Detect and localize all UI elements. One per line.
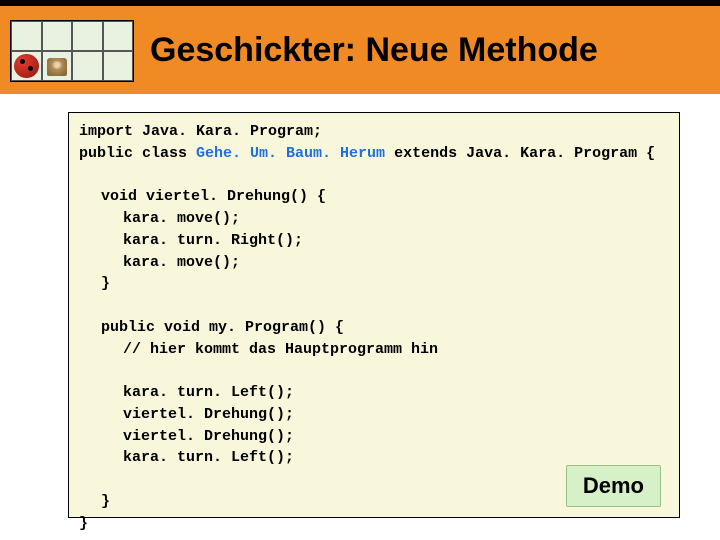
kara-grid — [10, 20, 134, 82]
code-line: public class Gehe. Um. Baum. Herum exten… — [79, 143, 669, 165]
grid-cell — [103, 21, 134, 51]
code-line: viertel. Drehung(); — [123, 426, 669, 448]
code-line: public void my. Program() { — [101, 317, 669, 339]
code-line: void viertel. Drehung() { — [101, 186, 669, 208]
slide-title: Geschickter: Neue Methode — [150, 31, 598, 70]
code-line: kara. move(); — [123, 252, 669, 274]
code-comment: // hier kommt das Hauptprogramm hin — [123, 339, 669, 361]
blank-line — [79, 360, 669, 382]
blank-line — [79, 295, 669, 317]
ladybug-icon — [14, 54, 39, 78]
code-line: kara. turn. Right(); — [123, 230, 669, 252]
grid-cell — [72, 21, 103, 51]
keyword: public void — [101, 319, 200, 336]
grid-cell — [72, 51, 103, 81]
code-line: viertel. Drehung(); — [123, 404, 669, 426]
code-line: kara. move(); — [123, 208, 669, 230]
code-text: my. Program() { — [200, 319, 344, 336]
code-text: Java. Kara. Program { — [457, 145, 655, 162]
grid-cell — [42, 21, 73, 51]
keyword: extends — [385, 145, 457, 162]
grid-cell — [103, 51, 134, 81]
grid-cell — [42, 51, 73, 81]
code-text: Java. Kara. Program; — [133, 123, 322, 140]
code-line: } — [101, 273, 669, 295]
grid-cell — [11, 21, 42, 51]
keyword: public class — [79, 145, 196, 162]
code-text: viertel. Drehung() { — [137, 188, 326, 205]
blank-line — [79, 165, 669, 187]
code-line: } — [79, 513, 669, 535]
slide-header: Geschickter: Neue Methode — [0, 0, 720, 94]
class-name: Gehe. Um. Baum. Herum — [196, 145, 385, 162]
demo-button[interactable]: Demo — [566, 465, 661, 507]
code-line: import Java. Kara. Program; — [79, 121, 669, 143]
code-line: kara. turn. Left(); — [123, 382, 669, 404]
code-block: import Java. Kara. Program; public class… — [68, 112, 680, 518]
grid-cell — [11, 51, 42, 81]
tree-stump-icon — [47, 58, 68, 76]
keyword: import — [79, 123, 133, 140]
keyword: void — [101, 188, 137, 205]
